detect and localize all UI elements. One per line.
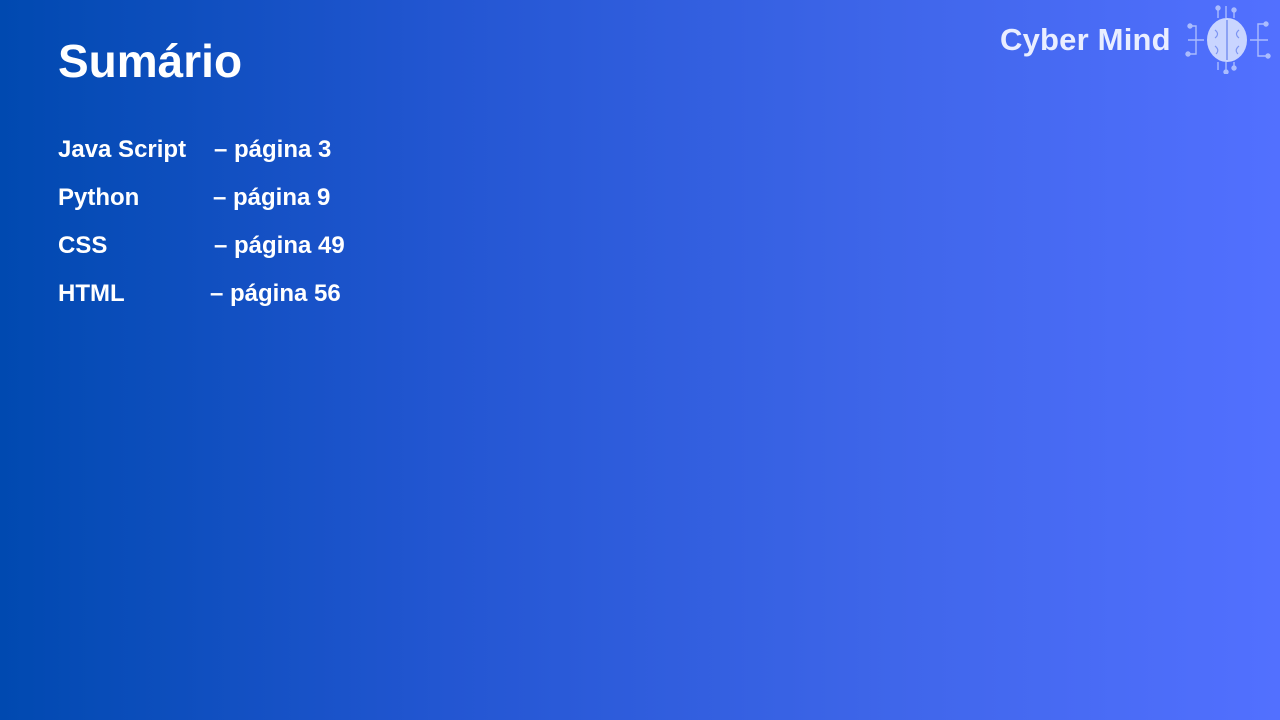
toc-item-name: Java Script bbox=[58, 136, 187, 163]
toc-item-page: – página 3 bbox=[214, 136, 332, 163]
logo-text: Cyber Mind bbox=[1000, 22, 1171, 57]
slide-title: Sumário bbox=[58, 35, 243, 87]
slide: Sumário Java Script – página 3 Python – … bbox=[0, 0, 1280, 720]
brand-logo: Cyber Mind bbox=[1000, 4, 1272, 74]
toc-item-page: – página 9 bbox=[213, 184, 331, 211]
toc-item-name: CSS bbox=[58, 232, 108, 259]
toc-item-css: CSS – página 49 bbox=[58, 228, 418, 276]
toc-item-page: – página 56 bbox=[210, 280, 341, 307]
brain-circuit-icon bbox=[1185, 5, 1271, 74]
toc-item-page: – página 49 bbox=[214, 232, 345, 259]
toc-item-name: Python bbox=[58, 184, 140, 211]
toc-item-name: HTML bbox=[58, 280, 125, 307]
toc-item-javascript: Java Script – página 3 bbox=[58, 132, 418, 180]
toc-item-html: HTML – página 56 bbox=[58, 276, 418, 324]
table-of-contents: Java Script – página 3 Python – página 9… bbox=[58, 132, 418, 324]
toc-item-python: Python – página 9 bbox=[58, 180, 418, 228]
